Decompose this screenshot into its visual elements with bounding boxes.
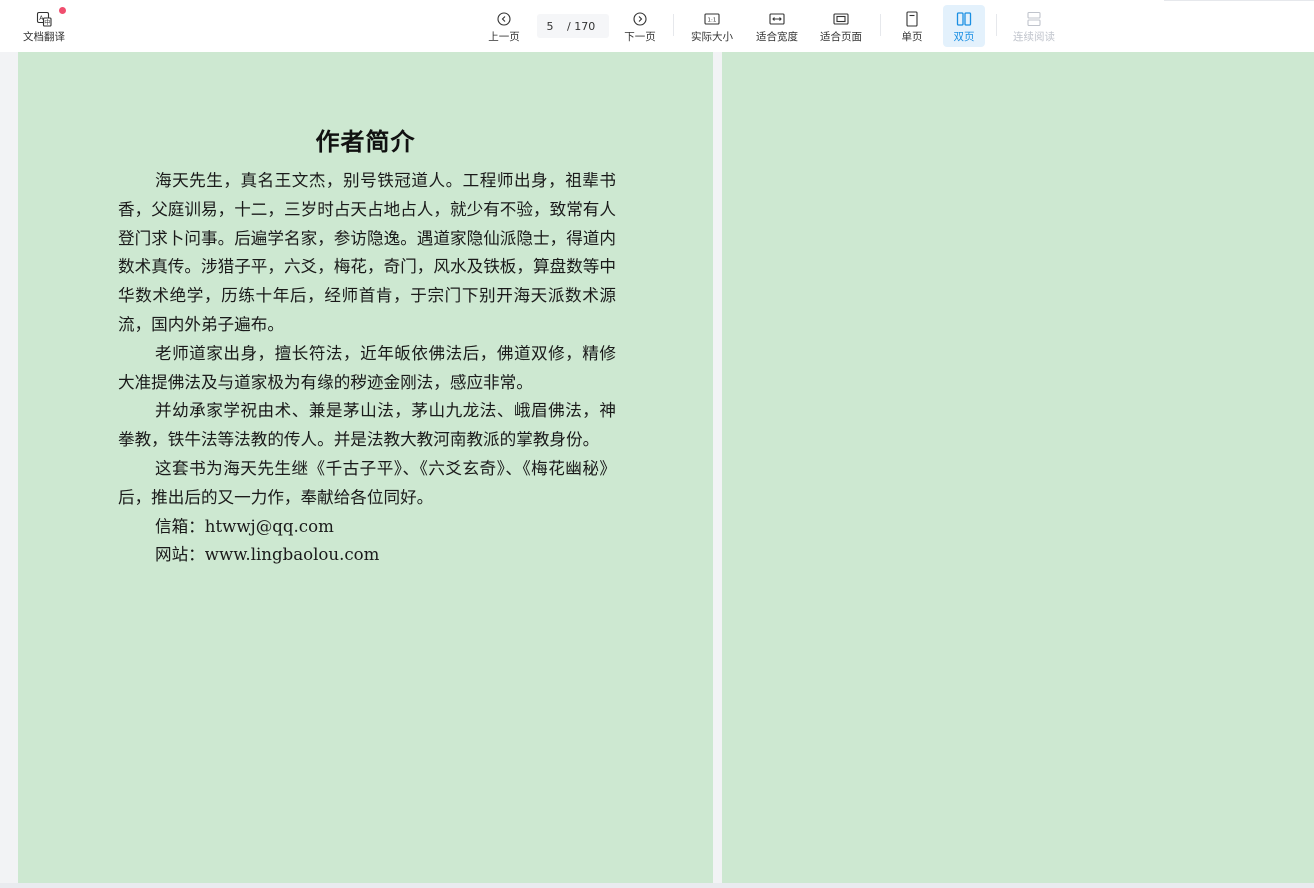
svg-text:1:1: 1:1	[708, 18, 717, 24]
single-page-icon	[904, 11, 920, 27]
fit-page-label: 适合页面	[820, 31, 862, 43]
toolbar-top-divider	[1164, 0, 1314, 1]
document-page-right	[722, 52, 1314, 883]
document-viewer[interactable]: 作者简介 海天先生，真名王文杰，别号铁冠道人。工程师出身，祖辈书香，父庭训易，十…	[0, 52, 1314, 888]
double-page-icon	[956, 11, 972, 27]
fit-width-icon	[769, 11, 785, 27]
fit-page-button[interactable]: 适合页面	[816, 0, 866, 52]
paragraph-book: 这套书为海天先生继《千古子平》、《六爻玄奇》、《梅花幽秘》后，推出后的又一力作，…	[118, 458, 616, 507]
page-number-input[interactable]: 5 / 170	[537, 14, 609, 38]
svg-text:中: 中	[44, 19, 50, 27]
actual-size-button[interactable]: 1:1 实际大小	[687, 0, 737, 52]
single-page-label: 单页	[901, 31, 923, 43]
next-page-button[interactable]: 下一页	[620, 0, 660, 52]
continuous-read-icon	[1026, 11, 1042, 27]
page-title: 作者简介	[315, 128, 416, 156]
continuous-read-label: 连续阅读	[1013, 31, 1055, 43]
translate-button[interactable]: A 中 文档翻译	[18, 0, 70, 52]
document-page-left: 作者简介 海天先生，真名王文杰，别号铁冠道人。工程师出身，祖辈书香，父庭训易，十…	[18, 52, 713, 883]
paragraph-practice: 老师道家出身，擅长符法，近年皈依佛法后，佛道双修，精修大准提佛法及与道家极为有缘…	[118, 343, 616, 392]
fit-page-icon	[833, 11, 849, 27]
fit-width-label: 适合宽度	[756, 31, 798, 43]
actual-size-label: 实际大小	[691, 31, 733, 43]
notification-dot	[59, 7, 66, 14]
chevron-left-circle-icon	[496, 11, 512, 27]
toolbar-divider	[673, 14, 674, 36]
double-page-label: 双页	[953, 31, 975, 43]
single-page-button[interactable]: 单页	[893, 0, 931, 52]
chevron-right-circle-icon	[632, 11, 648, 27]
total-pages: / 170	[567, 19, 596, 33]
page-body: 海天先生，真名王文杰，别号铁冠道人。工程师出身，祖辈书香，父庭训易，十二，三岁时…	[118, 167, 616, 570]
actual-size-icon: 1:1	[704, 11, 720, 27]
paragraph-intro: 海天先生，真名王文杰，别号铁冠道人。工程师出身，祖辈书香，父庭训易，十二，三岁时…	[118, 171, 616, 334]
fit-width-button[interactable]: 适合宽度	[752, 0, 802, 52]
contact-website: 网站：www.lingbaolou.com	[155, 545, 380, 565]
next-page-label: 下一页	[624, 31, 656, 43]
prev-page-label: 上一页	[488, 31, 520, 43]
toolbar-divider	[996, 14, 997, 36]
paragraph-lineage: 并幼承家学祝由术、兼是茅山法，茅山九龙法、峨眉佛法，神拳教，铁牛法等法教的传人。…	[118, 401, 616, 450]
prev-page-button[interactable]: 上一页	[484, 0, 524, 52]
double-page-button[interactable]: 双页	[943, 5, 985, 47]
toolbar-divider	[880, 14, 881, 36]
translate-icon: A 中	[36, 11, 52, 27]
horizontal-scrollbar[interactable]	[0, 883, 1314, 888]
translate-label: 文档翻译	[23, 31, 65, 43]
contact-email: 信箱：htwwj@qq.com	[155, 516, 334, 536]
toolbar: A 中 文档翻译 上一页 5 / 170 下一页 1:1 实际大小 适合宽度 适…	[0, 0, 1314, 52]
continuous-read-button[interactable]: 连续阅读	[1009, 0, 1059, 52]
current-page[interactable]: 5	[537, 20, 563, 33]
